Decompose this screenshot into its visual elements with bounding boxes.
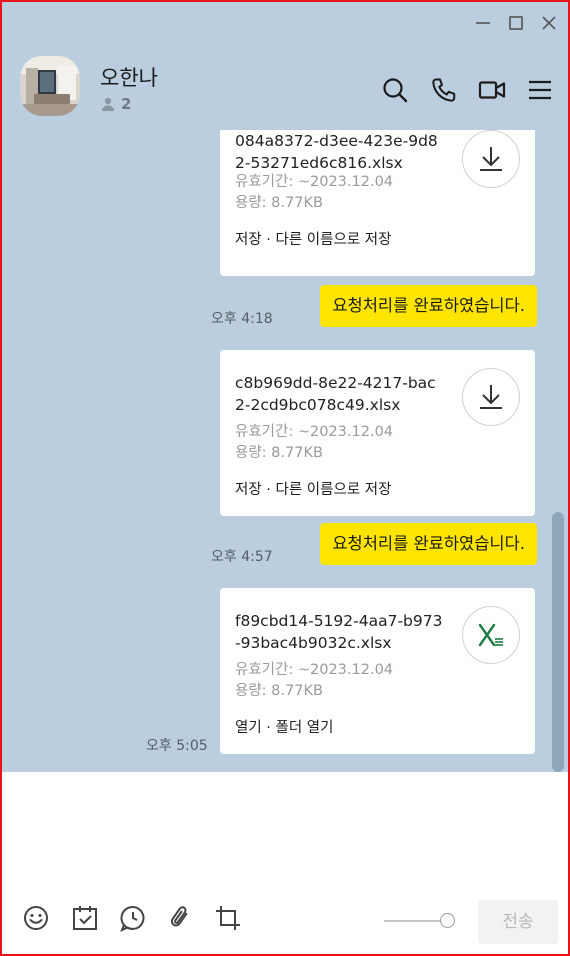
schedule-button[interactable] [71, 904, 99, 932]
chat-message-list[interactable]: 084a8372-d3ee-423e-9d82-53271ed6c816.xls… [2, 130, 568, 772]
file-actions[interactable]: 열기 · 폴더 열기 [235, 716, 333, 737]
person-icon [102, 97, 114, 111]
video-camera-icon [478, 81, 506, 99]
file-expiry: 유효기간: ~2023.12.04 [235, 424, 394, 440]
hamburger-menu-icon [529, 80, 551, 100]
phone-icon [432, 78, 456, 102]
crop-icon [216, 906, 240, 930]
capture-button[interactable] [214, 904, 242, 932]
menu-button[interactable] [526, 76, 554, 104]
file-expiry: 유효기간: ~2023.12.04 [235, 662, 394, 678]
reserved-message-button[interactable] [119, 904, 147, 932]
search-icon [383, 78, 408, 103]
file-actions[interactable]: 저장 · 다른 이름으로 저장 [235, 478, 391, 499]
message-time: 오후 5:05 [146, 738, 208, 754]
file-size: 용량: 8.77KB [235, 195, 323, 211]
close-icon [542, 16, 556, 30]
close-button[interactable] [538, 12, 560, 34]
maximize-button[interactable] [505, 12, 527, 34]
message-bubble[interactable]: 요청처리를 완료하였습니다. [320, 285, 537, 327]
download-button[interactable] [462, 368, 520, 426]
attach-file-button[interactable] [166, 904, 194, 932]
file-actions[interactable]: 저장 · 다른 이름으로 저장 [235, 228, 391, 249]
excel-icon [478, 623, 503, 647]
file-name: c8b969dd-8e22-4217-bac2-2cd9bc078c49.xls… [235, 374, 436, 414]
chat-window: 오한나 2 084a8372-d3ee-423e-9d82-53271ed6c8… [0, 0, 570, 956]
send-button[interactable]: 전송 [478, 900, 558, 944]
emoticon-button[interactable] [22, 904, 50, 932]
clock-message-icon [120, 905, 145, 932]
file-name: f89cbd14-5192-4aa7-b973-93bac4b9032c.xls… [235, 612, 443, 652]
file-size: 용량: 8.77KB [235, 445, 323, 461]
file-size: 용량: 8.77KB [235, 683, 323, 699]
message-time: 오후 4:18 [211, 311, 273, 327]
message-input-area[interactable]: 전송 [2, 772, 568, 954]
message-time: 오후 4:57 [211, 549, 273, 565]
calendar-check-icon [73, 906, 97, 930]
chat-title: 오한나 [100, 66, 158, 90]
message-bubble[interactable]: 요청처리를 완료하였습니다. [320, 523, 537, 565]
file-name: 084a8372-d3ee-423e-9d82-53271ed6c816.xls… [235, 132, 438, 172]
minimize-button[interactable] [472, 12, 494, 34]
profile-avatar[interactable] [20, 56, 80, 116]
file-expiry: 유효기간: ~2023.12.04 [235, 174, 394, 190]
text-size-slider-knob[interactable] [440, 913, 455, 928]
emoticon-icon [24, 906, 48, 930]
download-icon [480, 385, 502, 409]
download-icon [480, 147, 502, 171]
chat-scrollbar[interactable] [552, 512, 564, 772]
open-excel-button[interactable] [462, 606, 520, 664]
call-button[interactable] [430, 76, 458, 104]
paperclip-icon [170, 906, 188, 927]
member-count-value: 2 [121, 95, 132, 113]
file-message-card[interactable]: f89cbd14-5192-4aa7-b973-93bac4b9032c.xls… [220, 588, 535, 754]
video-call-button[interactable] [478, 76, 506, 104]
file-message-card[interactable]: c8b969dd-8e22-4217-bac2-2cd9bc078c49.xls… [220, 350, 535, 516]
file-message-card[interactable]: 084a8372-d3ee-423e-9d82-53271ed6c816.xls… [220, 130, 535, 276]
download-button[interactable] [462, 130, 520, 188]
search-button[interactable] [381, 76, 409, 104]
maximize-icon [509, 16, 523, 30]
minimize-icon [476, 22, 490, 24]
member-count[interactable]: 2 [100, 95, 131, 113]
